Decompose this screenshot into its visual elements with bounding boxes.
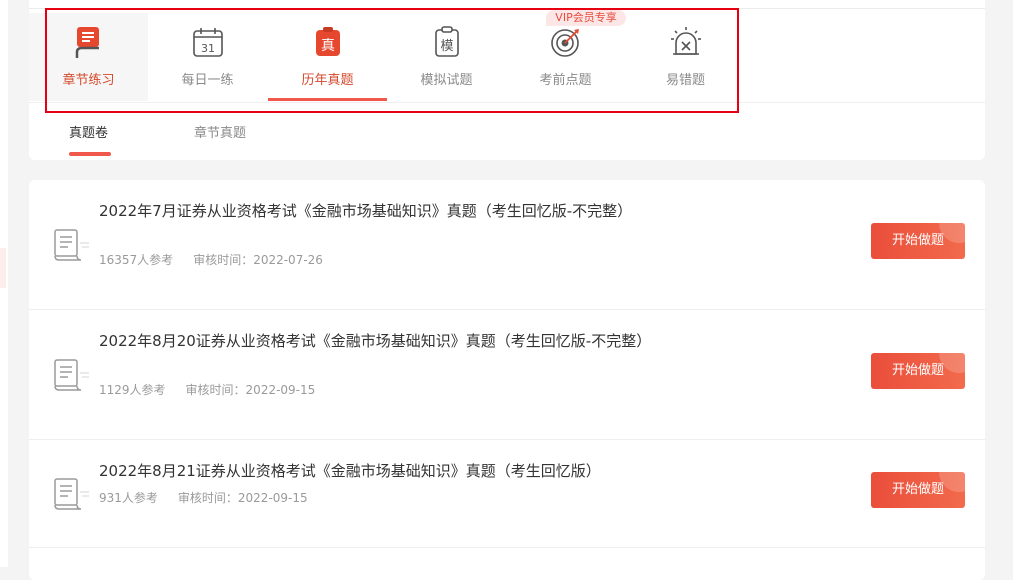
tab-label: 考前点题 (539, 73, 592, 88)
page-left-accent (0, 248, 6, 288)
list-item: 2022年7月证券从业资格考试《金融市场基础知识》真题（考生回忆版-不完整） 1… (29, 180, 985, 310)
tab-label: 模拟试题 (420, 73, 473, 88)
calendar-icon: 31 (192, 26, 224, 58)
paper-meta: 931人参考 审核时间：2022-09-15 (99, 489, 308, 506)
exam-scroll-icon (51, 477, 91, 511)
chapter-book-icon (73, 26, 105, 58)
tab-label: 每日一练 (181, 73, 234, 88)
alarm-icon (670, 26, 702, 58)
paper-meta: 1129人参考 审核时间：2022-09-15 (99, 381, 315, 398)
participant-count: 931人参考 (99, 491, 158, 505)
exam-scroll-icon (51, 358, 91, 392)
start-quiz-button[interactable]: 开始做题 (871, 472, 965, 508)
mock-exam-icon: 模 (431, 26, 463, 58)
paper-list: 2022年7月证券从业资格考试《金融市场基础知识》真题（考生回忆版-不完整） 1… (29, 180, 985, 580)
list-item: 2022年8月21证券从业资格考试《金融市场基础知识》真题（考生回忆版） 931… (29, 440, 985, 548)
start-quiz-button[interactable]: 开始做题 (871, 353, 965, 389)
calendar-day-number: 31 (201, 42, 215, 55)
tab-divider (29, 102, 985, 103)
tab-chapter-practice[interactable]: 章节练习 (29, 13, 148, 101)
review-time: 审核时间：2022-07-26 (193, 253, 323, 267)
subtab-real-exam-papers[interactable]: 真题卷 (69, 122, 108, 141)
active-tab-underline (268, 98, 387, 101)
tab-daily-practice[interactable]: 31 每日一练 (148, 13, 267, 101)
participant-count: 1129人参考 (99, 383, 166, 397)
start-quiz-button[interactable]: 开始做题 (871, 223, 965, 259)
exam-scroll-icon (51, 228, 91, 262)
review-time: 审核时间：2022-09-15 (177, 491, 308, 505)
participant-count: 16357人参考 (99, 253, 174, 267)
tab-label: 历年真题 (301, 73, 354, 88)
paper-title[interactable]: 2022年7月证券从业资格考试《金融市场基础知识》真题（考生回忆版-不完整） (99, 200, 659, 222)
row-divider (29, 547, 985, 548)
real-exam-icon-glyph: 真 (321, 38, 335, 54)
vip-badge: VIP会员专享 (546, 10, 626, 26)
paper-title[interactable]: 2022年8月20证券从业资格考试《金融市场基础知识》真题（考生回忆版-不完整） (99, 330, 659, 352)
subtab-chapter-real-exams[interactable]: 章节真题 (194, 122, 246, 141)
tab-label: 章节练习 (62, 73, 115, 88)
subtab-underline (69, 152, 111, 156)
list-item: 2022年8月20证券从业资格考试《金融市场基础知识》真题（考生回忆版-不完整）… (29, 310, 985, 440)
target-icon (550, 26, 582, 58)
tab-mock-exams[interactable]: 模 模拟试题 (387, 13, 506, 101)
paper-meta: 16357人参考 审核时间：2022-07-26 (99, 251, 323, 268)
tab-pre-exam-tips[interactable]: 考前点题 (506, 13, 625, 101)
tab-error-prone[interactable]: 易错题 (626, 13, 745, 101)
tab-label: 易错题 (665, 73, 705, 88)
real-exam-icon: 真 (312, 26, 344, 58)
mock-exam-icon-glyph: 模 (440, 39, 453, 54)
paper-title[interactable]: 2022年8月21证券从业资格考试《金融市场基础知识》真题（考生回忆版） (99, 460, 699, 482)
review-time: 审核时间：2022-09-15 (185, 383, 316, 397)
top-divider (29, 8, 985, 9)
tab-past-real-exams[interactable]: 真 历年真题 (268, 13, 387, 101)
